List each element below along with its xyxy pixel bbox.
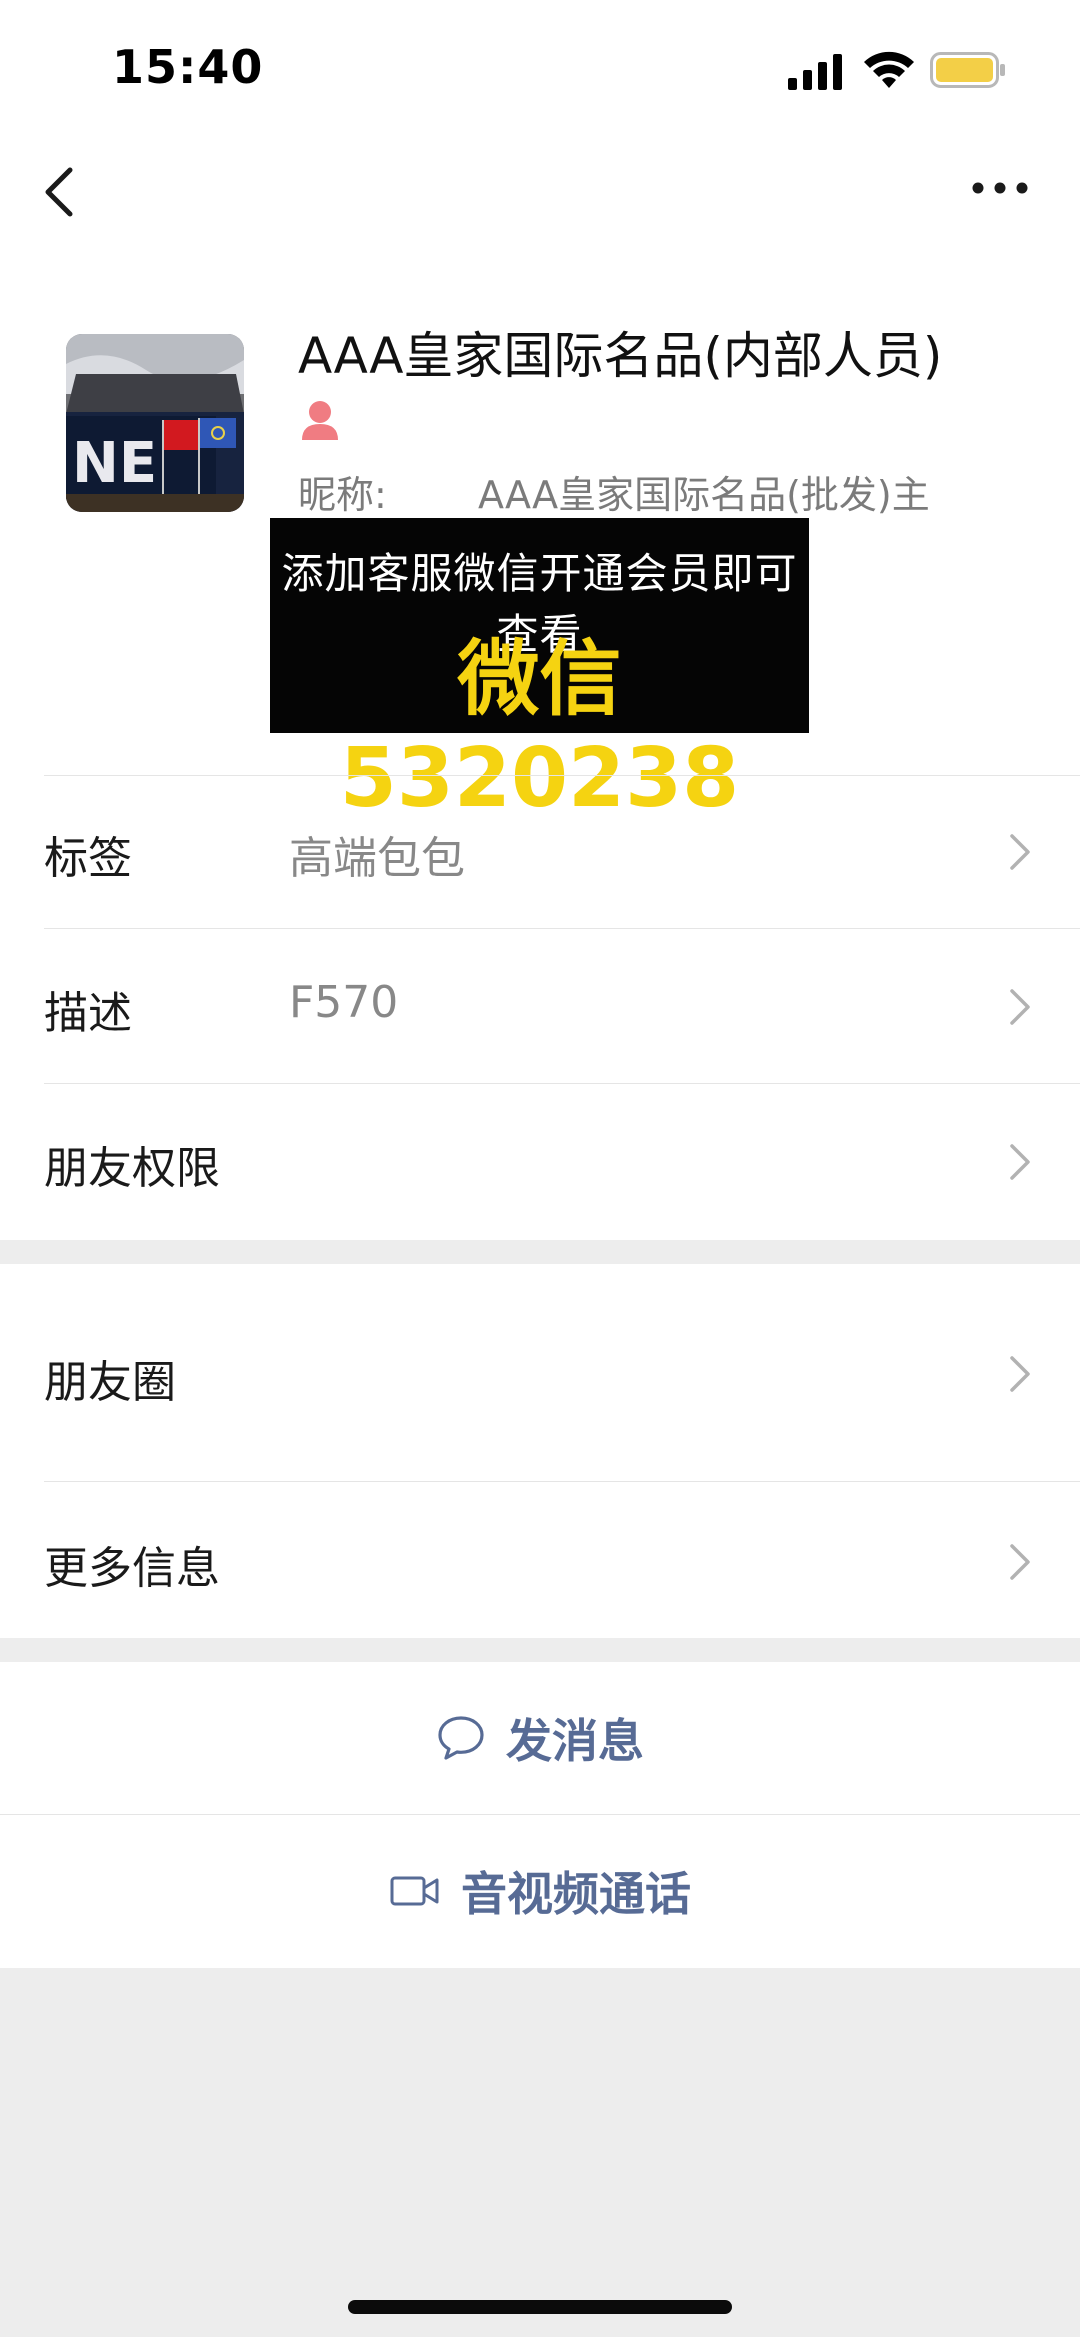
row-description-label: 描述 — [44, 988, 132, 1039]
promo-banner: 添加客服微信开通会员即可查看 微信5320238 — [270, 518, 809, 826]
row-description-value: F570 — [289, 977, 399, 1028]
nickname-label: 昵称: — [298, 473, 387, 517]
chevron-right-icon — [1010, 989, 1030, 1025]
group-actions: 发消息 音视频通话 — [0, 1662, 1080, 1968]
svg-text:NE: NE — [72, 431, 157, 496]
female-gender-icon — [302, 401, 338, 440]
row-friend-permissions-label: 朋友权限 — [44, 1143, 220, 1194]
avatar[interactable]: NE — [66, 334, 244, 512]
send-message-button[interactable]: 发消息 — [0, 1662, 1080, 1814]
row-description[interactable]: 描述 F570 — [0, 929, 1080, 1083]
row-tags[interactable]: 标签 高端包包 — [0, 776, 1080, 928]
chevron-right-icon — [1010, 834, 1030, 870]
avatar-photo: NE — [66, 334, 244, 512]
back-arrow-icon[interactable] — [34, 160, 86, 224]
chevron-right-icon — [1010, 1544, 1030, 1580]
av-call-label: 音视频通话 — [461, 1867, 691, 1921]
row-tags-value: 高端包包 — [289, 833, 465, 884]
video-camera-icon — [390, 1876, 439, 1906]
status-time: 15:40 — [112, 40, 264, 94]
send-message-label: 发消息 — [506, 1714, 644, 1768]
wifi-icon — [864, 51, 914, 88]
row-more-info[interactable]: 更多信息 — [0, 1482, 1080, 1638]
row-moments[interactable]: 朋友圈 — [0, 1264, 1080, 1480]
battery-icon — [930, 52, 1005, 88]
group-moments: 朋友圈 更多信息 — [0, 1264, 1080, 1638]
nickname-value: AAA皇家国际名品(批发)主 — [478, 473, 930, 517]
chevron-right-icon — [1010, 1356, 1030, 1392]
cellular-signal-icon — [788, 54, 842, 90]
row-tags-label: 标签 — [44, 833, 132, 884]
chevron-right-icon — [1010, 1144, 1030, 1180]
chat-bubble-icon — [438, 1716, 484, 1760]
row-friend-permissions[interactable]: 朋友权限 — [0, 1084, 1080, 1240]
av-call-button[interactable]: 音视频通话 — [0, 1815, 1080, 1967]
row-moments-label: 朋友圈 — [44, 1357, 176, 1408]
row-more-info-label: 更多信息 — [44, 1543, 220, 1594]
more-dots-icon[interactable] — [968, 168, 1032, 208]
home-indicator[interactable] — [348, 2300, 732, 2314]
profile-name: AAA皇家国际名品(内部人员) — [298, 327, 943, 385]
